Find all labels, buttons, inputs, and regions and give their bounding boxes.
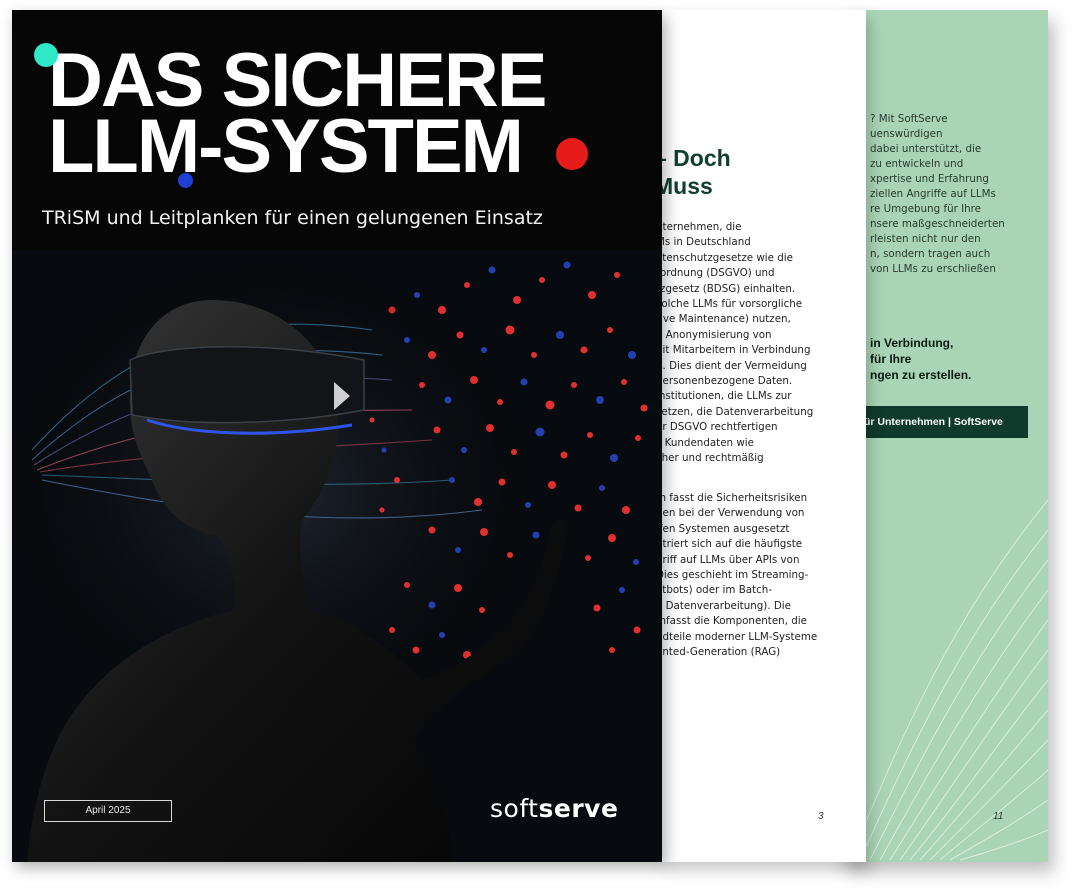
text-line: rordnung (DSGVO) und [660,267,775,280]
text-line: nit Mitarbeitern in Verbindung [660,344,811,357]
text-line: setzen, die Datenverarbeitung [660,405,814,418]
text-line: ented-Generation (RAG) [660,646,781,659]
text-line: griff auf LLMs über APIs von [660,553,800,566]
text-line: er DSGVO rechtfertigen [660,421,778,434]
teal-dot [34,43,58,67]
text-line: ziellen Angriffe auf LLMs [870,188,996,200]
text-line: e Datenverarbeitung). Die [660,599,791,612]
text-line: cher und rechtmäßig [660,452,764,465]
text-line: dabei unterstützt, die [870,143,982,155]
text-line: von LLMs zu erschließen [870,263,996,275]
text-line: Ms in Deutschland [660,236,751,249]
decorative-lines [849,499,1048,861]
text-line: solche LLMs für vorsorgliche [660,298,803,311]
logo-text-bold: serve [538,794,619,823]
blue-dot [178,173,193,188]
text-line: ifen Systemen ausgesetzt [660,522,790,535]
heading-line: – Doch [660,145,731,171]
text-line: ntriert sich auf die häufigste [660,538,803,551]
text-line: tzgesetz (BDSG) einhalten. [660,282,796,295]
section-heading: – Doch Muss [660,144,731,200]
text-line: personenbezogene Daten. [660,375,793,388]
text-line: nternehmen, die [660,221,742,233]
title-line: LLM-SYSTEM [48,104,524,189]
text-line: nsere maßgeschneiderten [870,218,1005,230]
callout-line: in Verbindung, [870,336,954,350]
text-line: ndteile moderner LLM-Systeme [660,630,818,643]
cover-title: DAS SICHERE LLM-SYSTEM [48,43,547,189]
text-line: n. Dies dient der Vermeidung [660,359,807,372]
paragraph-2: m fasst die Sicherheitsrisiken nen bei d… [660,491,817,660]
text-line: institutionen, die LLMs zur [660,390,792,403]
inner-page: – Doch Muss nternehmen, die Ms in Deutsc… [660,10,866,862]
text-line: s Kundendaten wie [660,436,754,449]
text-line: atenschutzgesetze wie die [660,251,793,264]
page-number: 11 [993,811,1004,822]
back-page-callout: in Verbindung, für Ihre ngen zu erstelle… [870,335,971,383]
heading-line: Muss [660,173,713,199]
text-line: uenswürdigen [870,128,943,140]
callout-line: ngen zu erstellen. [870,368,972,382]
text-line: Dies geschieht im Streaming- [660,569,809,582]
text-line: atbots) oder im Batch- [660,584,773,597]
softserve-logo: softserve [490,794,618,823]
text-line: xpertise und Erfahrung [870,173,989,185]
text-line: re Umgebung für Ihre [870,203,982,215]
text-line: zu entwickeln und [870,158,964,170]
cta-button[interactable]: ür Unternehmen | SoftServe [850,406,1028,438]
text-line: nen bei der Verwendung von [660,507,805,520]
logo-text-light: soft [490,794,539,823]
text-line: e Anonymisierung von [660,328,772,341]
text-line: m fasst die Sicherheitsrisiken [660,492,808,504]
publication-date: April 2025 [44,800,172,822]
text-line: n, sondern tragen auch [870,248,991,260]
red-dot [556,138,588,170]
cover-page: DAS SICHERE LLM-SYSTEM TRiSM und Leitpla… [12,10,662,862]
back-page-paragraph: ? Mit SoftServe uenswürdigen dabei unter… [870,112,1040,277]
back-page: ? Mit SoftServe uenswürdigen dabei unter… [840,10,1048,862]
text-line: tive Maintenance) nutzen, [660,313,791,326]
cover-subtitle: TRiSM und Leitplanken für einen gelungen… [42,207,543,229]
paragraph-1: nternehmen, die Ms in Deutschland atensc… [660,220,813,467]
text-line: rleisten nicht nur den [870,233,981,245]
callout-line: für Ihre [870,352,912,366]
text-line: ? Mit SoftServe [870,113,948,125]
text-line: mfasst die Komponenten, die [660,615,807,628]
page-number: 3 [818,811,824,822]
